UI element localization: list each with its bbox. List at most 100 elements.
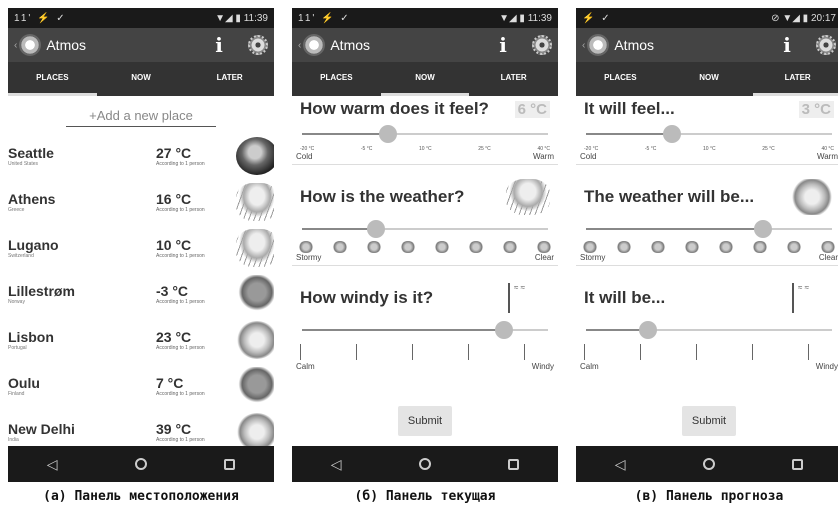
drizzle-icon [650, 241, 666, 253]
status-clock: ▼◢ ▮ 11:39 [215, 12, 268, 24]
back-chevron-icon[interactable]: ‹ [14, 40, 17, 51]
wind-slider[interactable] [302, 320, 548, 340]
caption-places: (a) Панель местоположения [43, 489, 239, 504]
feel-scale-ends: Cold Warm [576, 152, 838, 165]
tick-label: 10 °C [703, 146, 716, 152]
home-nav-icon[interactable] [702, 458, 715, 470]
wind-scale-ends: Calm Windy [576, 362, 838, 374]
cloud-icon [400, 241, 416, 253]
back-nav-icon[interactable]: ◁ [615, 456, 626, 473]
gear-icon[interactable] [532, 35, 552, 55]
scale-min-label: Calm [580, 362, 599, 371]
sun-icon [790, 179, 834, 215]
app-bar: ‹ Atmos i [292, 28, 558, 62]
caption-later: (в) Панель прогноза [634, 489, 784, 504]
back-chevron-icon[interactable]: ‹ [298, 40, 301, 51]
app-title: Atmos [46, 37, 87, 53]
sun-icon [536, 241, 552, 253]
back-nav-icon[interactable]: ◁ [331, 456, 342, 473]
wind-moderate-icon [412, 344, 438, 360]
status-bar: 11' ⚡ ✓ ▼◢ ▮ 11:39 [292, 8, 558, 28]
wind-calm-icon [300, 344, 326, 360]
forecast-wind-question: It will be... ≈ ≈ [576, 276, 838, 320]
back-chevron-icon[interactable]: ‹ [582, 40, 585, 51]
scale-max-label: Windy [815, 362, 838, 371]
scale-max-label: Clear [534, 253, 554, 262]
place-name-block: Seattle United States [8, 145, 156, 167]
gear-icon[interactable] [248, 35, 268, 55]
scale-min-label: Cold [580, 152, 597, 161]
place-temp-block: 39 °C According to 1 person [156, 421, 236, 443]
warmth-value: 6 °C [514, 100, 550, 118]
submit-button[interactable]: Submit [398, 406, 452, 436]
forecast-weather-question: The weather will be... [576, 175, 838, 219]
slider-thumb[interactable] [494, 321, 513, 339]
place-country: Greece [8, 207, 25, 213]
wind-question-title: How windy is it? [300, 288, 434, 307]
place-name-block: Lillestrøm Norway [8, 283, 156, 305]
places-panel-screen: 11' ⚡ ✓ ▼◢ ▮ 11:39 ‹ Atmos i PLACES NOW … [8, 8, 274, 482]
wind-scale-ends: Calm Windy [292, 362, 558, 374]
place-source-note: According to 1 person [156, 437, 205, 443]
info-icon[interactable]: i [492, 33, 514, 57]
place-name-block: Lisbon Portugal [8, 329, 156, 351]
place-source-note: According to 1 person [156, 161, 205, 167]
cloudy-icon [434, 241, 450, 253]
feel-value: 3 °C [798, 100, 834, 118]
slider-thumb[interactable] [379, 125, 398, 143]
rain-cloud-icon [236, 183, 274, 221]
tick-label: 10 °C [419, 146, 432, 152]
forecast-weather-slider[interactable] [586, 219, 832, 239]
atmos-logo-icon [19, 34, 42, 56]
scale-max-label: Clear [818, 253, 838, 262]
place-row[interactable]: Lillestrøm Norway -3 °C According to 1 p… [8, 271, 274, 317]
recents-nav-icon[interactable] [224, 458, 236, 470]
place-row[interactable]: New Delhi India 39 °C According to 1 per… [8, 409, 274, 446]
tab-later[interactable]: LATER [185, 62, 274, 96]
wind-light-icon [356, 344, 382, 360]
submit-button[interactable]: Submit [682, 406, 736, 436]
recents-nav-icon[interactable] [792, 458, 804, 470]
slider-thumb[interactable] [754, 220, 773, 238]
weather-slider[interactable] [302, 219, 548, 239]
place-temperature: 7 °C [156, 375, 184, 391]
atmos-logo-icon [303, 34, 326, 56]
weather-scale-ends: Stormy Clear [292, 253, 558, 266]
place-country: Switzerland [8, 253, 34, 259]
place-row[interactable]: Oulu Finland 7 °C According to 1 person [8, 363, 274, 409]
info-icon[interactable]: i [208, 33, 230, 57]
forecast-wind-title: It will be... [584, 288, 666, 307]
app-title: Atmos [330, 37, 371, 53]
home-nav-icon[interactable] [134, 458, 147, 470]
tab-now[interactable]: NOW [97, 62, 186, 96]
place-row[interactable]: Seattle United States 27 °C According to… [8, 133, 274, 179]
atmos-logo-icon [587, 34, 610, 56]
add-place-input[interactable]: +Add a new place [66, 108, 216, 127]
back-nav-icon[interactable]: ◁ [47, 456, 58, 473]
tab-bar: PLACES NOW LATER [8, 62, 274, 96]
place-name-block: Lugano Switzerland [8, 237, 156, 259]
place-row[interactable]: Lisbon Portugal 23 °C According to 1 per… [8, 317, 274, 363]
weather-question: How is the weather? [292, 175, 558, 219]
tick-label: 25 °C [478, 146, 491, 152]
slider-thumb[interactable] [366, 220, 385, 238]
feel-question-title: It will feel... [584, 99, 675, 118]
feel-slider[interactable] [586, 124, 832, 144]
warmth-slider[interactable] [302, 124, 548, 144]
slider-thumb[interactable] [663, 125, 682, 143]
forecast-wind-slider[interactable] [586, 320, 832, 340]
recents-nav-icon[interactable] [508, 458, 520, 470]
slider-thumb[interactable] [638, 321, 657, 339]
later-panel-screen: ⚡ ✓ ⊘ ▼◢ ▮ 20:17 ‹ Atmos i PLACES NOW LA… [576, 8, 838, 482]
tab-places[interactable]: PLACES [8, 62, 97, 96]
tick-label: 25 °C [762, 146, 775, 152]
gear-icon[interactable] [816, 35, 836, 55]
place-row[interactable]: Athens Greece 16 °C According to 1 perso… [8, 179, 274, 225]
weather-scale-icons [576, 241, 838, 253]
home-nav-icon[interactable] [418, 458, 431, 470]
info-icon[interactable]: i [776, 33, 798, 57]
wind-calm-icon [584, 344, 610, 360]
place-temp-block: 16 °C According to 1 person [156, 191, 236, 213]
scale-min-label: Cold [296, 152, 313, 161]
place-row[interactable]: Lugano Switzerland 10 °C According to 1 … [8, 225, 274, 271]
